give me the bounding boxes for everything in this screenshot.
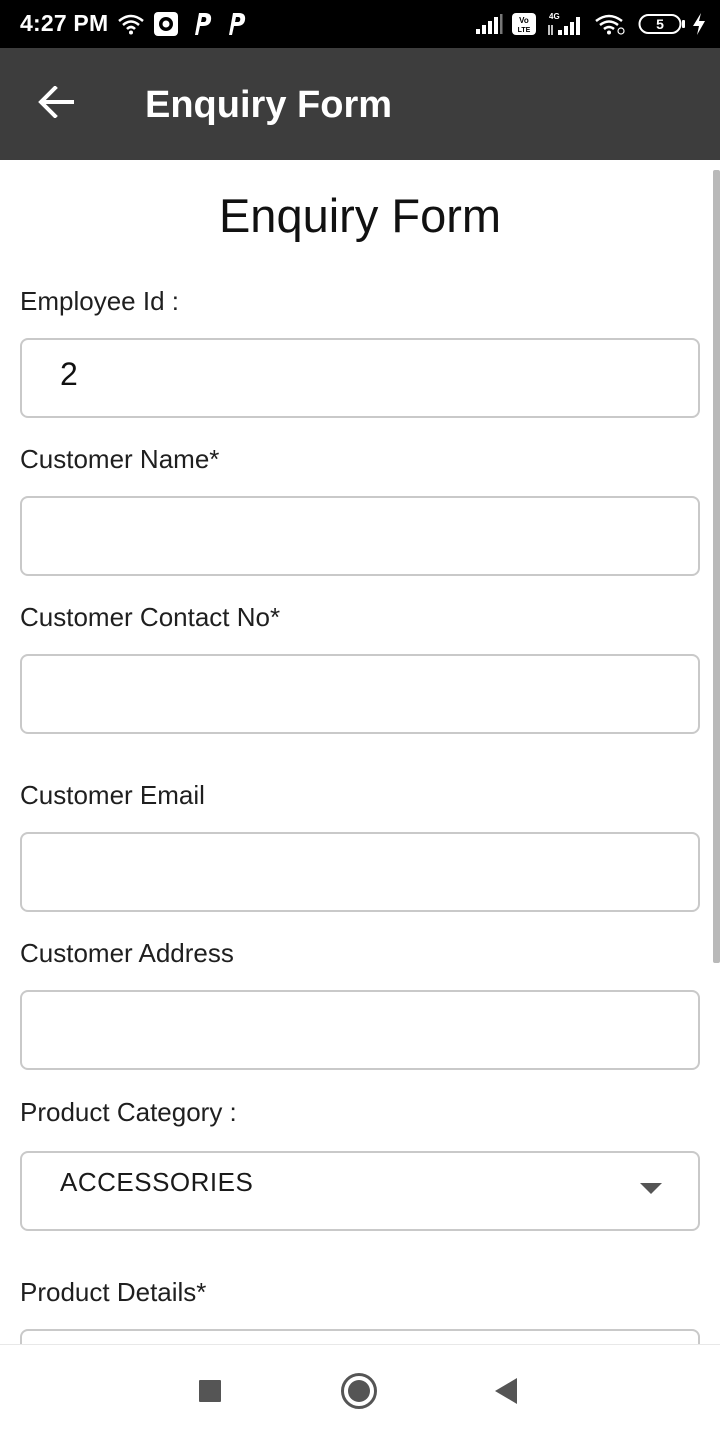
home-button[interactable] [337,1372,381,1415]
customer-address-field[interactable] [20,990,700,1070]
wifi-icon [594,10,626,38]
signal-icon [474,10,504,38]
home-circle-icon [340,1372,378,1415]
navigation-bar [0,1344,720,1440]
customer-name-field[interactable] [20,496,700,576]
employee-id-label: Employee Id : [20,286,179,316]
back-button[interactable] [28,78,84,130]
battery-icon: 5 [638,10,686,38]
customer-email-field[interactable] [20,832,700,912]
status-time: 4:27 PM [20,10,109,36]
recents-square-icon [198,1379,222,1408]
employee-id-field[interactable]: 2 [20,338,700,418]
scrollbar[interactable] [713,170,720,963]
app-bar: Enquiry Form [0,48,720,160]
form-content[interactable]: Enquiry Form Employee Id : 2 Customer Na… [0,160,720,1344]
signal-4g-icon: 4G [546,10,586,38]
recents-button[interactable] [188,1373,232,1413]
customer-address-label: Customer Address [20,938,234,968]
status-bar: 4:27 PM Vo LTE 4G 5 [0,0,720,48]
svg-text:4G: 4G [549,12,560,21]
charging-icon [690,10,708,38]
dropdown-arrow-icon[interactable] [640,1183,662,1194]
employee-id-value: 2 [60,356,78,392]
product-category-select[interactable]: ACCESSORIES [20,1151,700,1231]
back-nav-button[interactable] [484,1373,528,1413]
product-details-label: Product Details* [20,1277,207,1307]
wifi-icon [117,10,145,38]
parking-p-icon [190,10,214,38]
volte-icon: Vo LTE [511,10,537,38]
arrow-left-icon [38,84,74,123]
svg-text:LTE: LTE [518,27,531,34]
customer-name-label: Customer Name* [20,444,220,474]
record-icon [152,10,180,38]
app-title: Enquiry Form [145,84,393,126]
customer-email-label: Customer Email [20,780,205,810]
product-category-value: ACCESSORIES [60,1167,254,1197]
parking-p-icon [224,10,248,38]
back-triangle-icon [493,1377,519,1410]
svg-text:Vo: Vo [519,16,529,25]
customer-contact-label: Customer Contact No* [20,602,281,632]
product-category-label: Product Category : [20,1097,237,1127]
page-title: Enquiry Form [218,189,502,242]
svg-text:5: 5 [656,16,664,32]
customer-contact-field[interactable] [20,654,700,734]
product-details-field[interactable] [20,1329,700,1344]
